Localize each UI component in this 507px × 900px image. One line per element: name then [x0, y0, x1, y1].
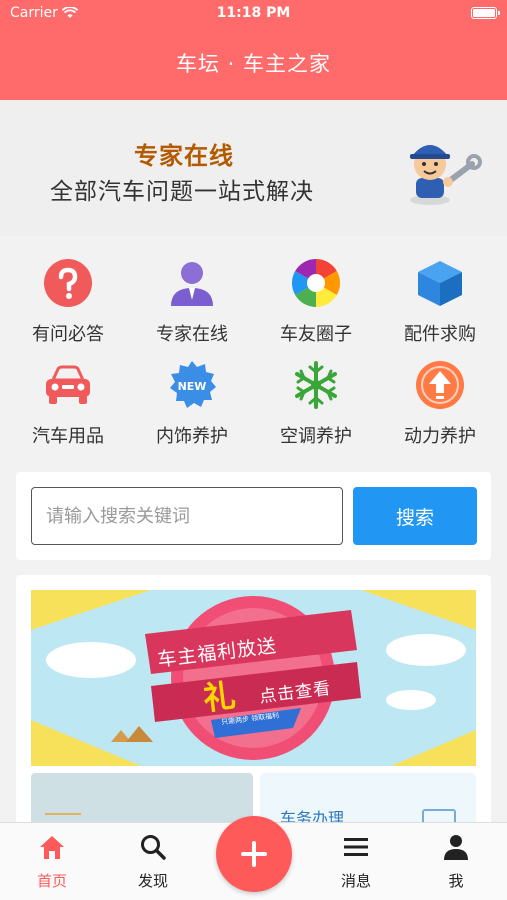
banner-title: 专家在线 [134, 142, 234, 170]
top-bar: Carrier 11:18 PM 车坛 · 车主之家 [0, 0, 507, 100]
new-badge-text: NEW [178, 380, 207, 393]
grid-item-car-supplies[interactable]: 汽车用品 [6, 338, 130, 447]
add-button[interactable] [216, 816, 292, 892]
mechanic-mascot-icon [410, 145, 482, 205]
car-icon [46, 365, 90, 404]
tab-label: 消息 [340, 872, 371, 890]
search-icon [141, 835, 166, 860]
expert-icon [171, 262, 213, 306]
grid-item-qa[interactable]: 有问必答 [6, 236, 130, 345]
home-icon [40, 836, 64, 859]
arrow-up-icon [416, 361, 464, 409]
tab-messages[interactable]: 消息 [321, 823, 391, 900]
page-title: 车坛 · 车主之家 [175, 52, 332, 76]
grid-item-circle[interactable]: 车友圈子 [254, 236, 378, 345]
battery-icon [471, 7, 500, 19]
grid-item-parts[interactable]: 配件求购 [378, 236, 502, 345]
grid-item-label: 汽车用品 [32, 426, 104, 447]
status-bar: Carrier 11:18 PM [0, 5, 507, 23]
grid-item-label: 内饰养护 [156, 426, 228, 447]
tab-label: 我 [448, 872, 464, 890]
tile-accent-line [45, 813, 81, 815]
box-icon [418, 261, 462, 306]
grid-item-label: 空调养护 [280, 426, 352, 447]
search-card: 搜索 [16, 472, 491, 560]
search-input[interactable] [31, 487, 343, 545]
feature-grid: 有问必答 专家在线 车友圈子 配件求购 汽车用品 NEW 内饰养护 空调养护 动… [0, 236, 507, 460]
search-button[interactable]: 搜索 [353, 487, 477, 545]
grid-item-label: 动力养护 [404, 426, 476, 447]
tab-discover[interactable]: 发现 [118, 823, 188, 900]
new-badge-icon: NEW [170, 361, 216, 408]
grid-item-ac[interactable]: 空调养护 [254, 338, 378, 447]
user-icon [444, 835, 468, 860]
snowflake-icon [295, 361, 337, 409]
grid-item-power[interactable]: 动力养护 [378, 338, 502, 447]
expert-banner[interactable]: 专家在线 全部汽车问题一站式解决 [0, 100, 507, 236]
status-time: 11:18 PM [216, 5, 291, 21]
tab-label: 首页 [36, 872, 67, 890]
promo-gift: 礼 [201, 676, 238, 718]
grid-item-interior[interactable]: NEW 内饰养护 [130, 338, 254, 447]
promo-banner[interactable]: 车主福利放送 礼 点击查看 只需两步 领取福利 [31, 590, 476, 766]
aperture-icon [291, 259, 341, 307]
question-icon [44, 259, 92, 307]
tab-home[interactable]: 首页 [17, 823, 87, 900]
promo-card: 车主福利放送 礼 点击查看 只需两步 领取福利 车务办理 [16, 575, 491, 835]
tab-me[interactable]: 我 [421, 823, 491, 900]
promo-artwork [31, 590, 476, 766]
grid-item-expert[interactable]: 专家在线 [130, 236, 254, 345]
banner-subtitle: 全部汽车问题一站式解决 [50, 179, 314, 205]
menu-icon [344, 838, 368, 856]
tab-label: 发现 [137, 872, 168, 890]
